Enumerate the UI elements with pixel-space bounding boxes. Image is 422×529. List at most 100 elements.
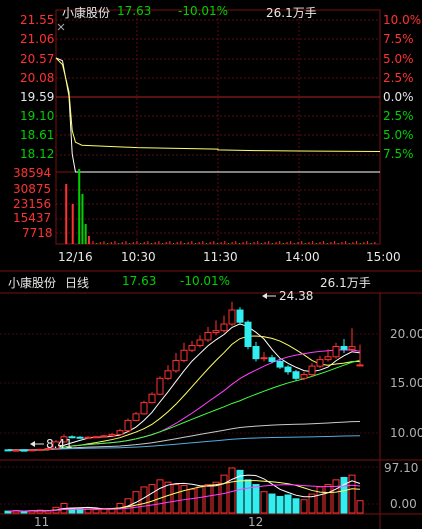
candle	[92, 435, 100, 439]
candle	[356, 344, 364, 367]
volume-bar	[352, 242, 354, 244]
time-tick: 10:30	[121, 250, 156, 264]
volume-bar	[88, 242, 90, 244]
daily-volume-bar	[172, 484, 180, 514]
stock-name: 小康股份	[62, 6, 111, 20]
pct-tick: 2.5%	[383, 71, 414, 85]
candle	[132, 411, 140, 422]
volume-bar	[297, 242, 299, 244]
volume-bar	[151, 243, 153, 244]
volume-bar	[129, 243, 131, 244]
volume-bar	[238, 243, 240, 244]
daily-volume-bar	[188, 488, 196, 514]
volume-bar	[107, 243, 109, 244]
daily-volume-tick: 0.00	[390, 497, 417, 511]
volume-bar	[367, 241, 369, 244]
volume-bar	[370, 243, 372, 244]
candle	[116, 428, 124, 435]
volume-bar	[286, 242, 288, 244]
volume-tick: 38594	[13, 166, 52, 180]
price-tick: 20.08	[20, 71, 55, 85]
low-annotation-arrow	[30, 441, 44, 447]
candle	[76, 436, 84, 439]
candle	[348, 328, 356, 352]
daily-volume-bar	[276, 495, 284, 514]
volume-bar	[147, 241, 149, 244]
daily-stock-name: 小康股份	[8, 276, 57, 290]
volume-bar	[319, 242, 321, 244]
volume-bar	[184, 243, 186, 244]
time-tick: 14:00	[285, 250, 320, 264]
time-tick: 11:30	[203, 250, 238, 264]
volume-bar	[348, 243, 350, 244]
intraday-panel: 小康股份 17.63 -10.01% 26.1万手 21.55 21.06 20…	[0, 0, 422, 270]
current-price: 17.63	[117, 4, 152, 18]
volume-bar	[301, 241, 303, 244]
volume-bar	[224, 241, 226, 244]
daily-volume-bar	[340, 476, 348, 514]
candle	[164, 365, 172, 381]
daily-volume-bar	[268, 493, 276, 514]
daily-volume-bar	[252, 484, 260, 514]
intraday-chart[interactable]	[0, 0, 422, 270]
volume-bar	[271, 243, 273, 244]
low-annotation: 8.41	[46, 437, 73, 451]
volume-bar	[162, 243, 164, 244]
candle	[28, 449, 36, 452]
daily-volume-bar	[332, 479, 340, 514]
candle	[260, 352, 268, 362]
volume-bar	[173, 243, 175, 244]
time-tick: 12/16	[58, 250, 93, 264]
pct-tick: 5.0%	[383, 128, 414, 142]
volume-bar	[202, 241, 204, 244]
volume-bar	[246, 241, 248, 244]
price-tick: 20.57	[20, 52, 55, 66]
candle	[124, 418, 132, 432]
daily-volume-bar	[260, 491, 268, 514]
volume-bar	[304, 243, 306, 244]
daily-volume-bar	[140, 486, 148, 514]
volume-bar	[315, 243, 317, 244]
volume-bar	[194, 243, 196, 244]
daily-volume-label: 26.1万手	[320, 276, 371, 290]
daily-period[interactable]: 日线	[65, 274, 89, 291]
daily-price: 17.63	[122, 274, 157, 288]
volume-bar	[326, 243, 328, 244]
price-tick: 19.10	[20, 109, 55, 123]
volume-bar	[359, 243, 361, 244]
candle	[172, 353, 180, 373]
daily-volume-bar	[212, 481, 220, 514]
volume-bar	[118, 243, 120, 244]
pct-tick: 0.0%	[383, 90, 414, 104]
daily-kline-chart[interactable]	[0, 270, 422, 529]
daily-volume-bar	[356, 500, 364, 514]
volume-bar	[220, 242, 222, 244]
price-tick: 21.55	[20, 13, 55, 27]
volume-bar	[330, 242, 332, 244]
price-tick: 21.06	[20, 32, 55, 46]
volume-bar	[78, 169, 81, 244]
daily-kline-panel: 小康股份 日线 17.63 -10.01% 26.1万手 20.00 15.00…	[0, 270, 422, 529]
candle	[236, 307, 244, 325]
volume-bar	[154, 242, 156, 244]
average-line	[55, 57, 381, 152]
pct-tick: 5.0%	[383, 52, 414, 66]
candle	[228, 301, 236, 326]
candle	[244, 320, 252, 350]
candle	[252, 341, 260, 362]
volume-bar	[356, 241, 358, 244]
volume-bar	[293, 243, 295, 244]
high-annotation: 24.38	[279, 289, 314, 303]
volume-bar	[121, 242, 123, 244]
expand-icon[interactable]	[57, 23, 65, 31]
daily-volume-bar	[148, 484, 156, 514]
volume-bar	[71, 204, 74, 244]
volume-bar	[345, 241, 347, 244]
candle	[156, 376, 164, 396]
volume-bar	[110, 242, 112, 244]
candle	[4, 449, 12, 452]
daily-volume-bar	[244, 479, 252, 514]
volume-bar	[323, 241, 325, 244]
pct-tick: 7.5%	[383, 147, 414, 161]
candle	[140, 400, 148, 415]
